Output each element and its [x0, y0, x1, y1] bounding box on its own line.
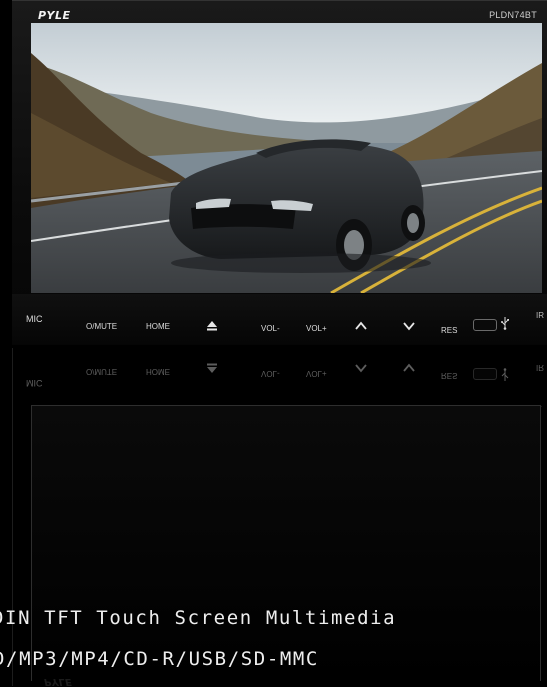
- reflection-edge: [12, 348, 13, 686]
- reflection-eject-icon: [205, 362, 219, 374]
- res-button[interactable]: RES: [441, 326, 457, 336]
- eject-icon[interactable]: [205, 320, 219, 332]
- model-number: PLDN74BT: [489, 10, 537, 20]
- caption-line-1: DIN TFT Touch Screen Multimedia: [0, 607, 397, 629]
- touch-screen[interactable]: [31, 23, 542, 293]
- reflection-usb-port: [473, 368, 497, 380]
- reflection-home-label: HOME: [146, 367, 170, 376]
- screen-reflection: [31, 405, 541, 681]
- reflection-vol-up-label: VOL+: [306, 369, 327, 378]
- vol-up-button[interactable]: VOL+: [306, 324, 327, 334]
- reflection-usb-icon: [498, 368, 512, 382]
- chevron-down-icon[interactable]: [402, 320, 416, 332]
- reflection-ir-label: IR: [536, 363, 544, 372]
- reflection-mute-label: O/MUTE: [86, 367, 118, 376]
- vol-down-button[interactable]: VOL-: [261, 324, 280, 334]
- reflection-mic-label: MIC: [26, 378, 43, 388]
- top-bezel: PYLE PLDN74BT: [12, 1, 547, 23]
- head-unit: PYLE PLDN74BT MIC O/MUTE HOME VOL- VOL+ …: [12, 0, 547, 345]
- control-strip-reflection: MIC O/MUTE HOME VOL- VOL+ RES IR: [12, 348, 547, 408]
- brand-logo: PYLE: [38, 9, 71, 22]
- home-button[interactable]: HOME: [146, 322, 170, 332]
- usb-icon: [498, 316, 512, 330]
- reflection-chevron-down-icon: [402, 362, 416, 374]
- brand-logo-reflection: PYLE: [44, 676, 72, 687]
- usb-port: [473, 319, 497, 331]
- control-strip: MIC O/MUTE HOME VOL- VOL+ RES IR: [12, 294, 547, 344]
- mic-label: MIC: [26, 314, 43, 324]
- reflection-chevron-up-icon: [354, 362, 368, 374]
- reflection-inner: MIC O/MUTE HOME VOL- VOL+ RES IR: [12, 348, 547, 396]
- mute-button[interactable]: O/MUTE: [86, 322, 117, 332]
- screen-image: [31, 23, 542, 293]
- reflection-vol-down-label: VOL-: [261, 369, 280, 378]
- chevron-up-icon[interactable]: [354, 320, 368, 332]
- reflection-res-label: RES: [441, 371, 458, 380]
- ir-sensor-label: IR: [536, 311, 544, 320]
- caption-line-2: D/MP3/MP4/CD-R/USB/SD-MMC: [0, 648, 319, 670]
